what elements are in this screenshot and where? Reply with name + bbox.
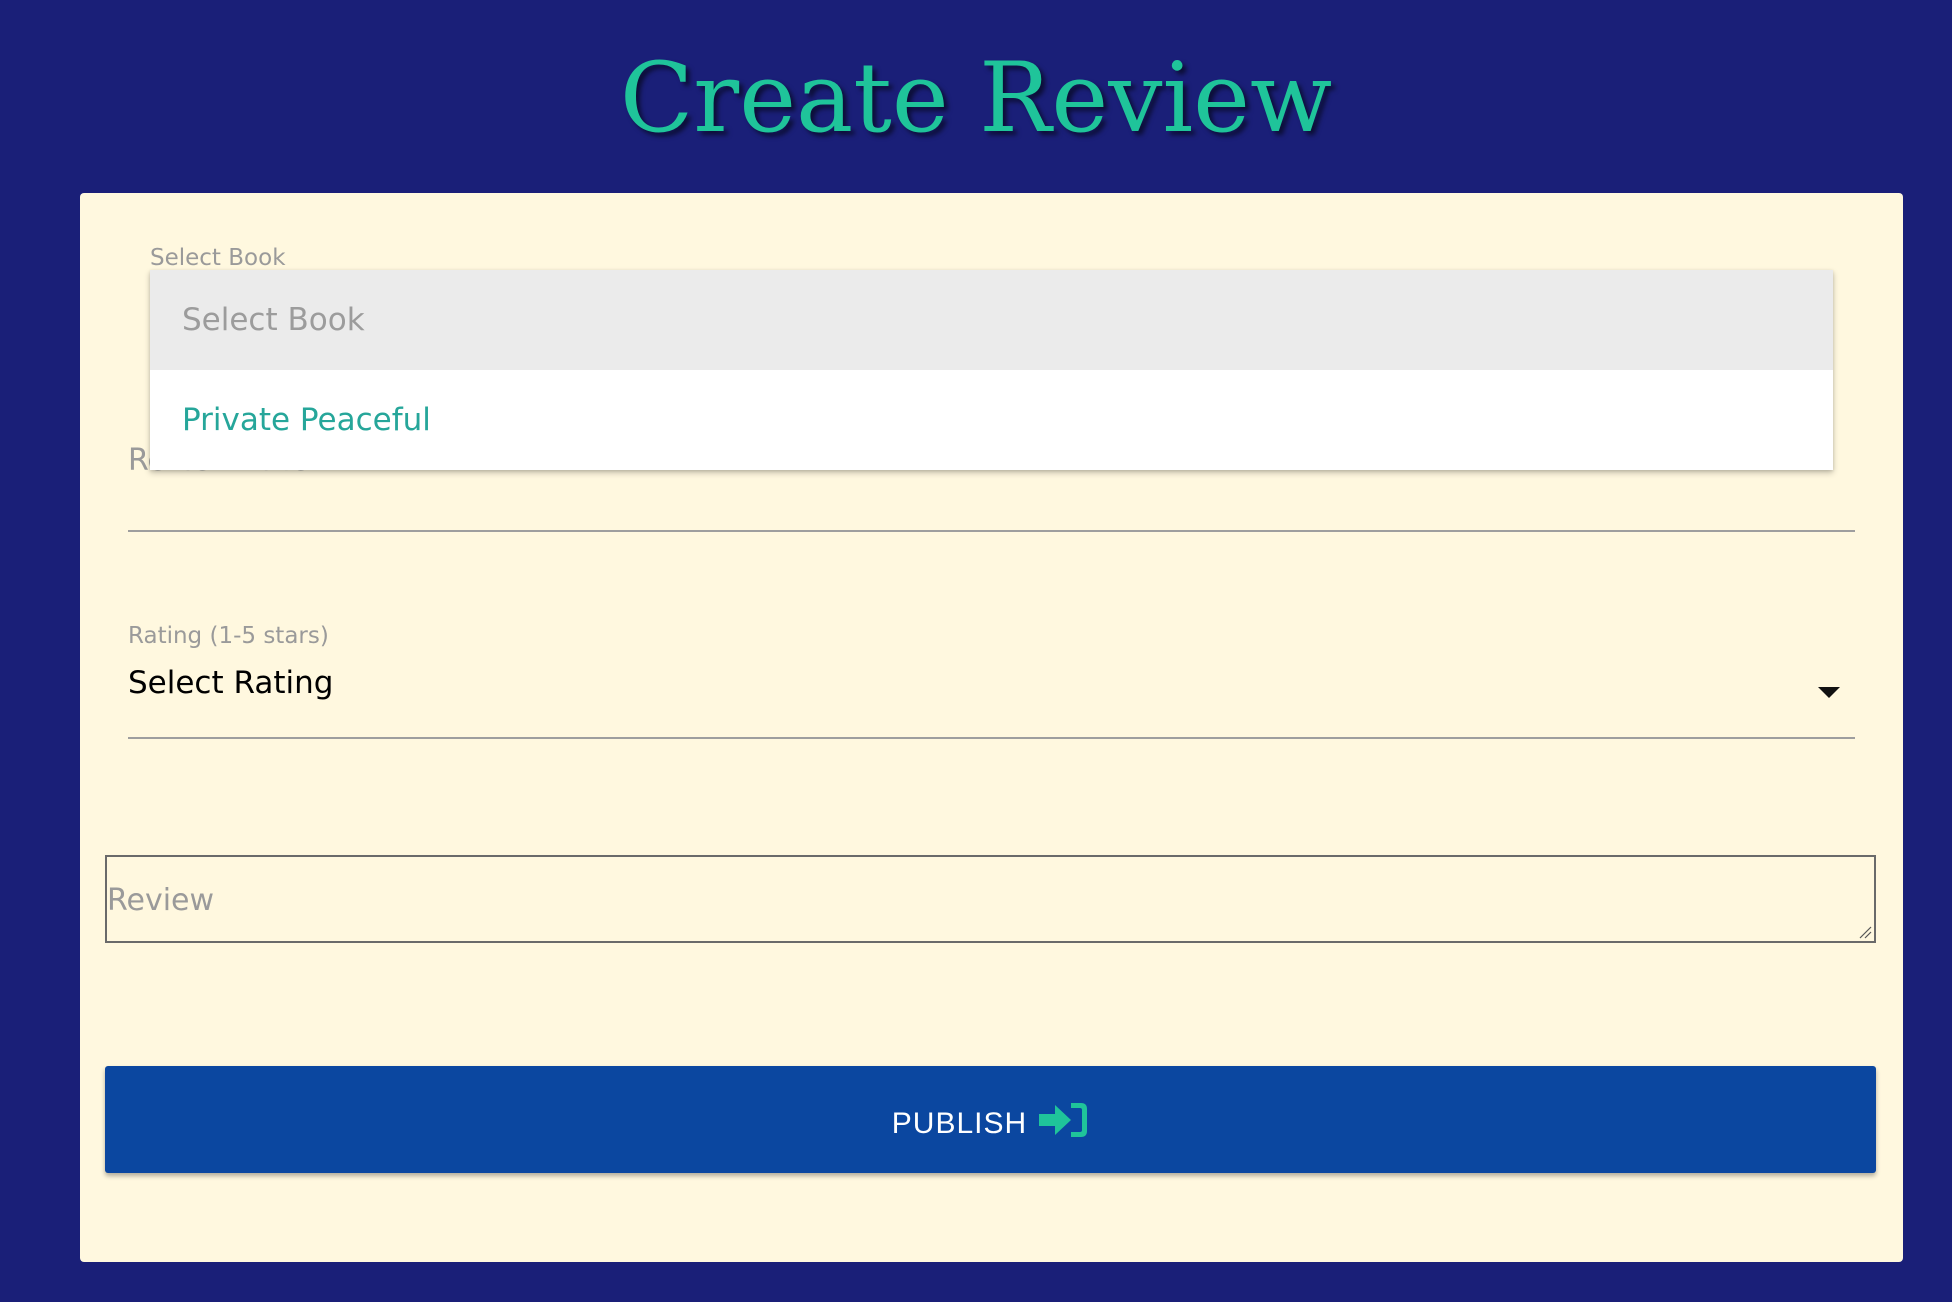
dropdown-option-placeholder[interactable]: Select Book [150,270,1833,370]
rating-select-value: Select Rating [128,665,334,701]
rating-select[interactable]: Select Rating [128,653,1855,739]
resize-handle-icon[interactable] [1858,925,1872,939]
select-book-label: Select Book [150,245,286,271]
rating-label: Rating (1-5 stars) [128,623,329,649]
publish-button-label: PUBLISH [891,1106,1028,1140]
caret-down-icon[interactable] [1818,687,1840,698]
sign-in-icon [1039,1102,1088,1137]
book-dropdown-menu[interactable]: Select Book Private Peaceful [150,270,1833,470]
review-form-card: Select Book Select Book Private Peaceful… [80,193,1903,1262]
dropdown-option-private-peaceful[interactable]: Private Peaceful [150,370,1833,470]
review-placeholder: Review [107,883,215,918]
page-title: Create Review [619,42,1333,154]
review-textarea[interactable]: Review [105,855,1876,943]
publish-button[interactable]: PUBLISH [105,1066,1876,1173]
